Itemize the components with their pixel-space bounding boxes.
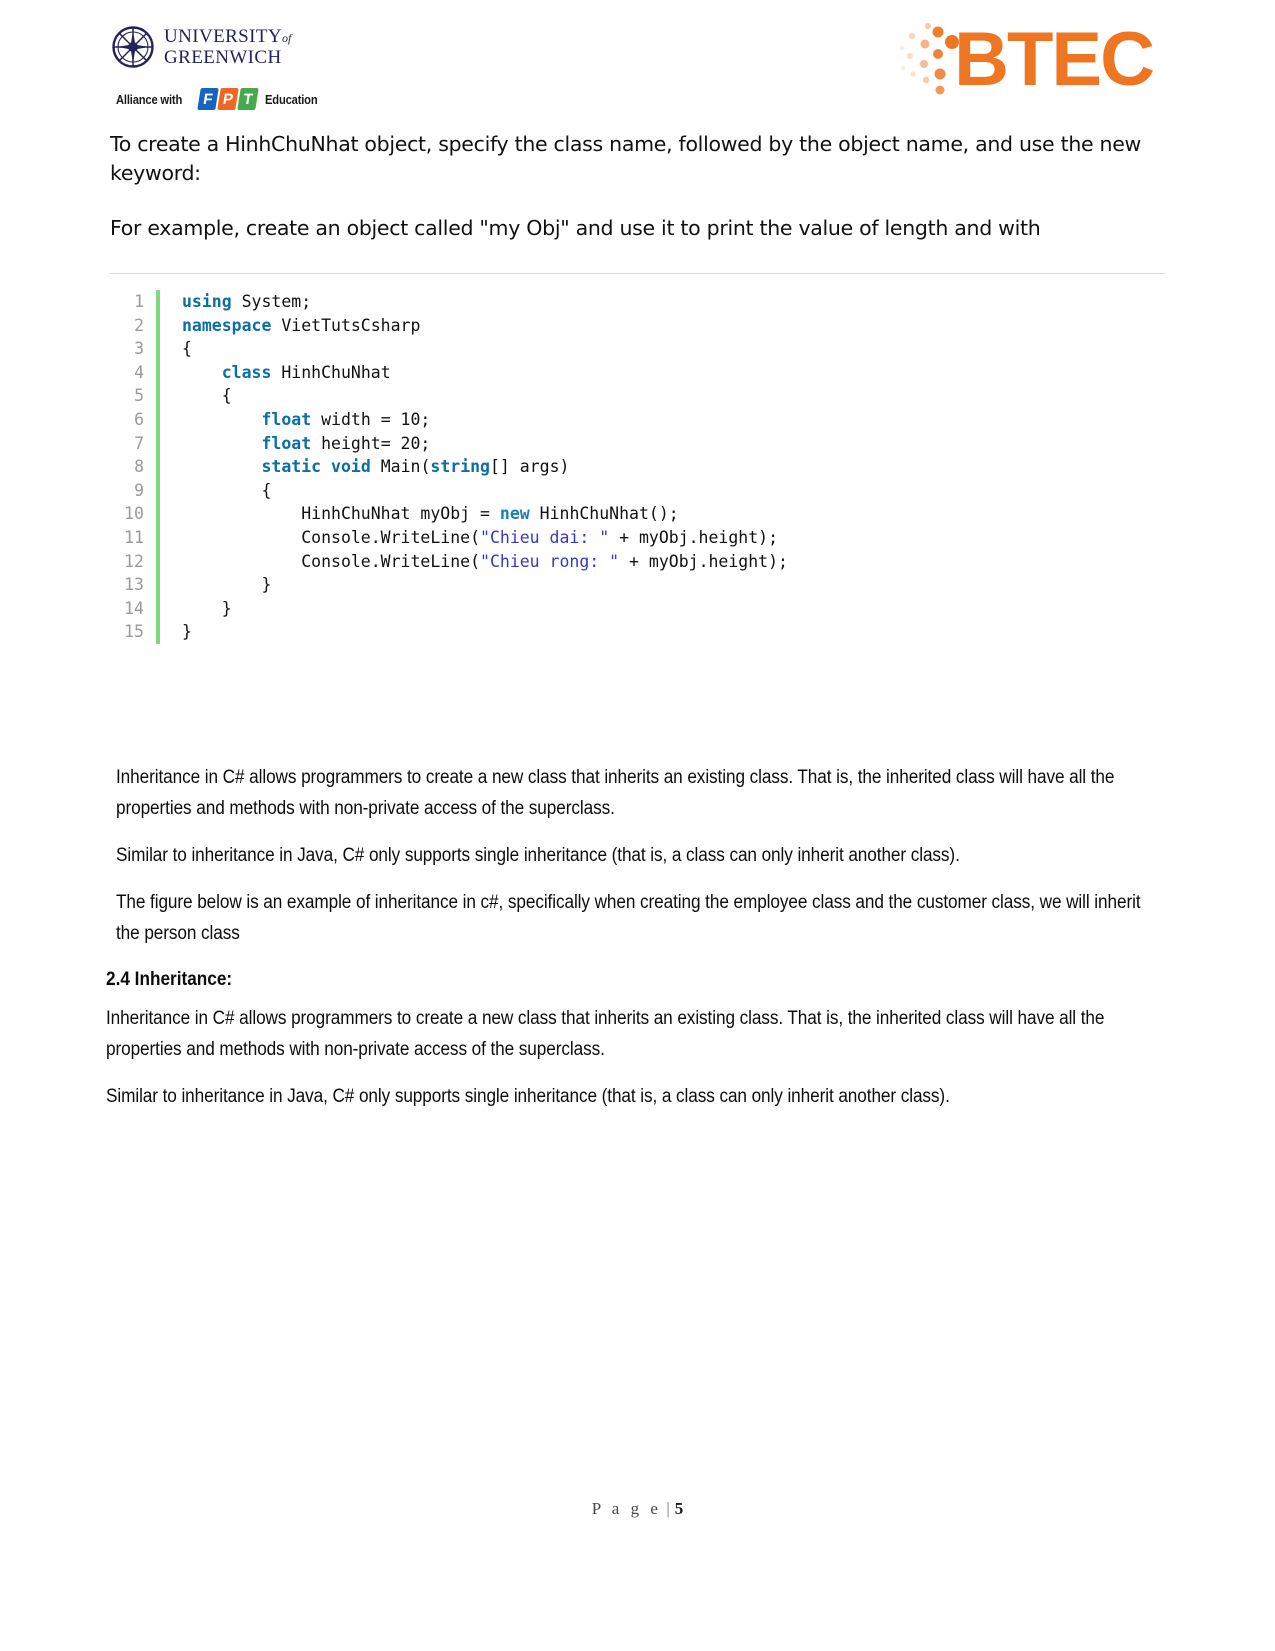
page-footer: P a g e | 5 (0, 1499, 1275, 1519)
footer-page-label: P a g e (591, 1499, 662, 1518)
greenwich-word: GREENWICH (164, 47, 282, 68)
fpt-letter-f: F (197, 88, 219, 110)
fpt-letter-t: T (237, 88, 259, 110)
of-word: of (282, 31, 292, 45)
fpt-letter-marks: F P T (197, 88, 259, 110)
footer-page-number: 5 (674, 1499, 684, 1518)
section-paragraph-2: Similar to inheritance in Java, C# only … (106, 1085, 950, 1107)
section-inheritance: 2.4 Inheritance: Inheritance in C# allow… (106, 969, 1165, 1112)
intro-paragraph-1: To create a HinhChuNhat object, specify … (110, 132, 1142, 185)
code-block: 1 2 3 4 5 6 7 8 9 10 11 12 13 14 15 usin… (110, 273, 1165, 644)
btec-logo: BTEC (898, 17, 1155, 102)
alliance-with-label: Alliance with (116, 91, 183, 107)
document-content: To create a HinhChuNhat object, specify … (0, 130, 1275, 1128)
code-accent-bar (156, 290, 160, 644)
btec-wordmark: BTEC (954, 17, 1155, 102)
fpt-letter-p: P (217, 88, 239, 110)
university-of-greenwich-logo: UNIVERSITYof GREENWICH Alliance with F P… (112, 26, 412, 110)
body-paragraphs-upper: Inheritance in C# allows programmers to … (116, 762, 1165, 949)
page-header: UNIVERSITYof GREENWICH Alliance with F P… (0, 0, 1275, 130)
btec-dot-cluster-icon (898, 18, 960, 102)
body-paragraph-figure-example: The figure below is an example of inheri… (116, 891, 1141, 944)
body-paragraph-single-inheritance: Similar to inheritance in Java, C# only … (116, 844, 960, 866)
footer-separator: | (666, 1499, 670, 1518)
education-label: Education (264, 91, 318, 107)
compass-rose-crest-icon (112, 26, 154, 68)
body-paragraph-inheritance-intro: Inheritance in C# allows programmers to … (116, 766, 1115, 819)
university-word: UNIVERSITY (164, 26, 282, 47)
section-paragraph-1: Inheritance in C# allows programmers to … (106, 1007, 1105, 1060)
fpt-alliance-logo: Alliance with F P T Education (116, 88, 412, 110)
code-source: using System; namespace VietTutsCsharp {… (182, 292, 788, 642)
intro-paragraph-2: For example, create an object called "my… (110, 216, 1041, 240)
section-heading-2-4-inheritance: 2.4 Inheritance: (106, 968, 233, 990)
code-line-numbers: 1 2 3 4 5 6 7 8 9 10 11 12 13 14 15 (124, 292, 144, 642)
